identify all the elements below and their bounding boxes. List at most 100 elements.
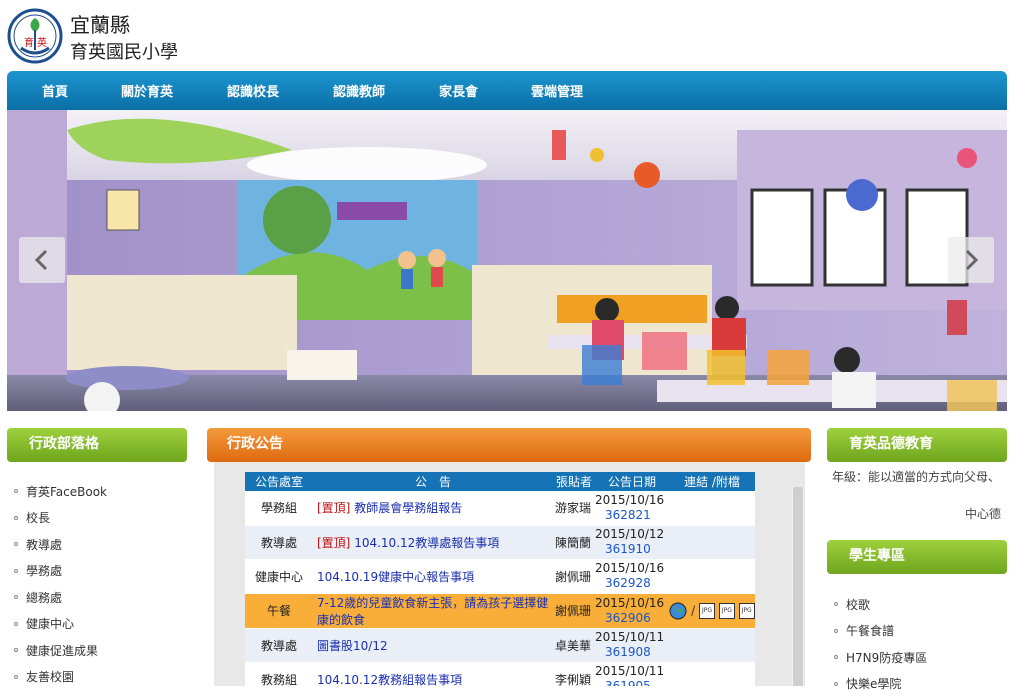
row-poster: 謝佩珊 bbox=[553, 559, 595, 593]
col-attachments: 連結 /附檔 bbox=[669, 472, 755, 491]
list-item[interactable]: 育英FaceBook bbox=[14, 478, 107, 505]
pinned-tag: [置頂] bbox=[317, 501, 350, 515]
table-row: 教導處 [置頂] 104.10.12教導處報告事項 陳簡蘭 2015/10/12… bbox=[245, 525, 755, 559]
school-logo[interactable]: 育 英 bbox=[7, 8, 63, 64]
scrollbar-thumb[interactable] bbox=[793, 487, 803, 686]
nav-about[interactable]: 關於育英 bbox=[121, 71, 173, 110]
row-attachments bbox=[669, 628, 755, 662]
student-zone-heading: 學生專區 bbox=[827, 540, 1007, 574]
row-title-link[interactable]: 圖書股10/12 bbox=[313, 628, 553, 662]
bullet-icon bbox=[834, 655, 838, 659]
row-id-link[interactable]: 361908 bbox=[595, 645, 669, 660]
moral-education-text: 年級：能以適當的方式向父母、 bbox=[832, 468, 1012, 485]
row-poster: 游家瑞 bbox=[553, 491, 595, 525]
pinned-tag: [置頂] bbox=[317, 536, 350, 550]
jpg-file-icon[interactable]: JPG bbox=[699, 603, 715, 619]
row-id-link[interactable]: 361910 bbox=[595, 542, 669, 557]
row-attachments bbox=[669, 662, 755, 686]
nav-cloud[interactable]: 雲端管理 bbox=[531, 71, 583, 110]
bullet-icon bbox=[14, 595, 18, 599]
row-date: 2015/10/11361908 bbox=[595, 628, 669, 662]
row-attachments bbox=[669, 491, 755, 525]
col-title: 公 告 bbox=[313, 472, 553, 491]
bullet-icon bbox=[834, 602, 838, 606]
moral-education-text-2: 中心德 bbox=[965, 505, 1001, 522]
row-title-link[interactable]: 104.10.19健康中心報告事項 bbox=[313, 559, 553, 593]
banner-slideshow bbox=[7, 110, 1007, 411]
banner-prev-button[interactable] bbox=[19, 237, 65, 283]
nav-teachers[interactable]: 認識教師 bbox=[333, 71, 385, 110]
jpg-file-icon[interactable]: JPG bbox=[719, 603, 735, 619]
row-poster: 卓美華 bbox=[553, 628, 595, 662]
bullet-icon bbox=[14, 542, 18, 546]
table-header-row: 公告處室 公 告 張貼者 公告日期 連結 /附檔 bbox=[245, 472, 755, 491]
chevron-left-icon bbox=[19, 237, 65, 283]
nav-home[interactable]: 首頁 bbox=[42, 71, 68, 110]
svg-text:育: 育 bbox=[24, 36, 34, 49]
jpg-file-icon[interactable]: JPG bbox=[739, 603, 755, 619]
row-date: 2015/10/16362906 bbox=[595, 593, 669, 628]
row-attachments: / JPG JPG JPG bbox=[669, 593, 755, 628]
bullet-icon bbox=[14, 648, 18, 652]
row-title-link[interactable]: 7-12歲的兒童飲食新主張，請為孩子選擇健康的飲食 bbox=[313, 593, 553, 628]
list-item[interactable]: 校歌 bbox=[834, 591, 927, 618]
row-poster: 謝佩珊 bbox=[553, 593, 595, 628]
row-unit: 教導處 bbox=[245, 525, 313, 559]
main-navigation: 首頁 關於育英 認識校長 認識教師 家長會 雲端管理 bbox=[7, 71, 1007, 110]
row-poster: 李俐穎 bbox=[553, 662, 595, 686]
bullet-icon bbox=[14, 622, 18, 626]
list-item[interactable]: 教導處 bbox=[14, 531, 107, 558]
banner-next-button[interactable] bbox=[948, 237, 994, 283]
list-item[interactable]: 健康中心 bbox=[14, 611, 107, 638]
bullet-icon bbox=[14, 516, 18, 520]
row-unit: 學務組 bbox=[245, 491, 313, 525]
announcements-frame: 公告處室 公 告 張貼者 公告日期 連結 /附檔 學務組 [置頂] 教師晨會學務… bbox=[214, 462, 805, 686]
moral-education-heading: 育英品德教育 bbox=[827, 428, 1007, 462]
list-item[interactable]: 校長 bbox=[14, 505, 107, 532]
list-item[interactable]: 快樂e學院 bbox=[834, 671, 927, 697]
row-title-link[interactable]: [置頂] 104.10.12教導處報告事項 bbox=[313, 525, 553, 559]
county-name: 宜蘭縣 bbox=[70, 9, 130, 38]
school-name[interactable]: 育英國民小學 bbox=[70, 38, 178, 64]
bullet-icon bbox=[14, 569, 18, 573]
student-zone-list: 校歌 午餐食譜 H7N9防疫專區 快樂e學院 bbox=[834, 591, 927, 697]
col-poster: 張貼者 bbox=[553, 472, 595, 491]
admin-blog-list: 育英FaceBook 校長 教導處 學務處 總務處 健康中心 健康促進成果 友善… bbox=[14, 478, 107, 690]
bullet-icon bbox=[14, 489, 18, 493]
announcements-scrollbar[interactable] bbox=[792, 487, 804, 686]
list-item[interactable]: H7N9防疫專區 bbox=[834, 644, 927, 671]
row-unit: 教導處 bbox=[245, 628, 313, 662]
list-item[interactable]: 友善校園 bbox=[14, 664, 107, 691]
row-date: 2015/10/11361905 bbox=[595, 662, 669, 686]
row-id-link[interactable]: 362928 bbox=[595, 576, 669, 591]
row-date: 2015/10/16362928 bbox=[595, 559, 669, 593]
col-unit: 公告處室 bbox=[245, 472, 313, 491]
admin-blog-heading: 行政部落格 bbox=[7, 428, 187, 462]
bullet-icon bbox=[834, 629, 838, 633]
announcements-table: 公告處室 公 告 張貼者 公告日期 連結 /附檔 學務組 [置頂] 教師晨會學務… bbox=[245, 472, 755, 686]
row-poster: 陳簡蘭 bbox=[553, 525, 595, 559]
list-item[interactable]: 學務處 bbox=[14, 558, 107, 585]
nav-principal[interactable]: 認識校長 bbox=[227, 71, 279, 110]
row-title-link[interactable]: [置頂] 教師晨會學務組報告 bbox=[313, 491, 553, 525]
list-item[interactable]: 健康促進成果 bbox=[14, 637, 107, 664]
banner-image bbox=[7, 110, 1007, 411]
row-id-link[interactable]: 362906 bbox=[595, 611, 669, 626]
row-id-link[interactable]: 361905 bbox=[595, 679, 669, 686]
nav-parents[interactable]: 家長會 bbox=[439, 71, 478, 110]
row-id-link[interactable]: 362821 bbox=[595, 508, 669, 523]
row-date: 2015/10/12361910 bbox=[595, 525, 669, 559]
row-title-link[interactable]: 104.10.12教務組報告事項 bbox=[313, 662, 553, 686]
attachment-separator: / bbox=[691, 603, 695, 617]
row-unit: 健康中心 bbox=[245, 559, 313, 593]
row-unit: 教務組 bbox=[245, 662, 313, 686]
bullet-icon bbox=[14, 675, 18, 679]
globe-icon[interactable] bbox=[669, 602, 687, 620]
col-date: 公告日期 bbox=[595, 472, 669, 491]
table-row: 教導處 圖書股10/12 卓美華 2015/10/11361908 bbox=[245, 628, 755, 662]
bullet-icon bbox=[834, 682, 838, 686]
svg-text:英: 英 bbox=[37, 36, 47, 49]
list-item[interactable]: 午餐食譜 bbox=[834, 618, 927, 645]
list-item[interactable]: 總務處 bbox=[14, 584, 107, 611]
row-date: 2015/10/16362821 bbox=[595, 491, 669, 525]
